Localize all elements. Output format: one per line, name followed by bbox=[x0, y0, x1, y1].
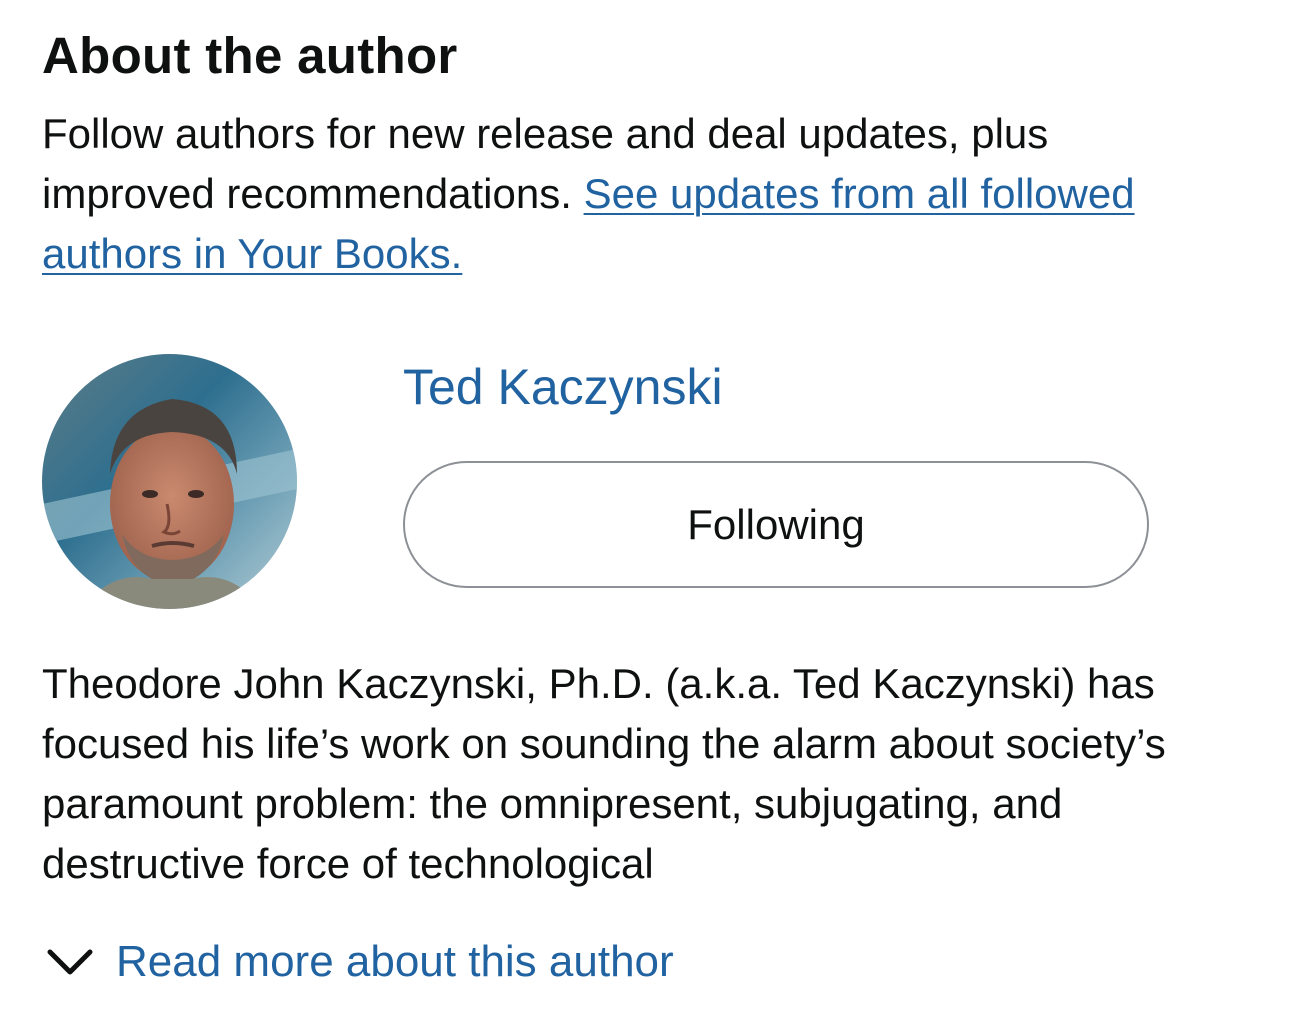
chevron-down-icon bbox=[42, 942, 98, 982]
read-more-label: Read more about this author bbox=[116, 937, 674, 986]
author-bio: Theodore John Kaczynski, Ph.D. (a.k.a. T… bbox=[42, 660, 1166, 887]
author-avatar[interactable] bbox=[42, 354, 297, 609]
author-photo bbox=[42, 354, 297, 609]
follow-intro: Follow authors for new release and deal … bbox=[42, 104, 1222, 284]
section-heading: About the author bbox=[42, 27, 458, 84]
about-the-author-section: About the author Follow authors for new … bbox=[0, 0, 1290, 1013]
author-name-link[interactable]: Ted Kaczynski bbox=[403, 356, 723, 418]
read-more-link[interactable]: Read more about this author bbox=[42, 932, 674, 992]
following-button[interactable]: Following bbox=[403, 461, 1149, 588]
